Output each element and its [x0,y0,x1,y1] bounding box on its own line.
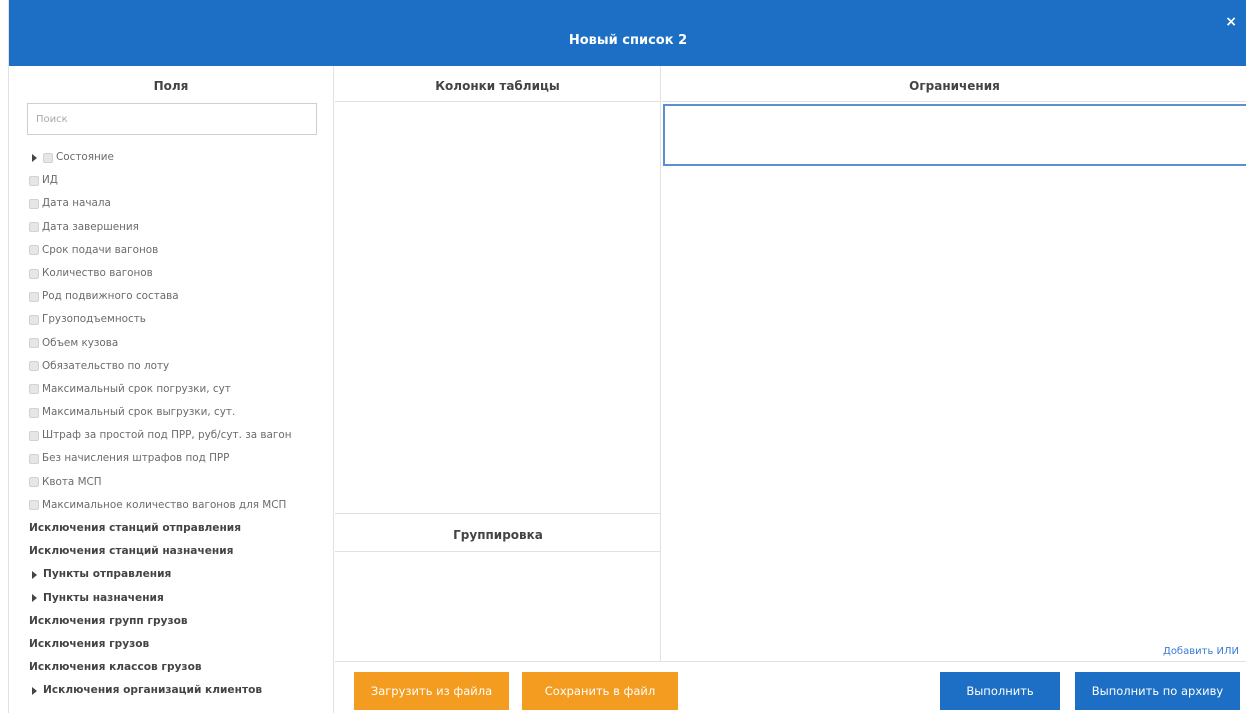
field-checkbox[interactable] [29,430,39,441]
field-label: Срок подачи вагонов [42,243,159,256]
field-checkbox[interactable] [29,268,39,279]
run-by-archive-button[interactable]: Выполнить по архиву [1075,672,1240,710]
field-label: Максимальное количество вагонов для МСП [42,498,287,511]
field-checkbox[interactable] [29,222,39,233]
grouping-header: Группировка [335,514,661,552]
field-list-item[interactable]: Максимальный срок погрузки, сут [29,378,329,401]
field-checkbox[interactable] [29,198,39,209]
limits-header: Ограничения [662,66,1246,102]
expand-arrow-icon[interactable] [32,153,37,162]
field-label: Исключения станций назначения [29,545,234,558]
field-checkbox[interactable] [29,175,39,186]
expand-arrow-icon[interactable] [32,570,37,579]
field-label: Исключения групп грузов [29,614,188,627]
field-label: Исключения классов грузов [29,661,202,674]
field-label: Грузоподъемность [42,313,146,326]
expand-arrow-icon[interactable] [32,594,37,603]
field-checkbox[interactable] [29,407,39,418]
field-list-item[interactable]: Максимальное количество вагонов для МСП [29,494,329,517]
field-list-item[interactable]: Дата завершения [29,216,329,239]
field-checkbox[interactable] [29,361,39,372]
field-list-item[interactable]: Количество вагонов [29,262,329,285]
field-list-item[interactable]: Максимальный срок выгрузки, сут. [29,401,329,424]
field-list-item[interactable]: Штраф за простой под ПРР, руб/сут. за ва… [29,424,329,447]
field-list-item[interactable]: Исключения станций отправления [29,517,329,540]
field-list-item[interactable]: Пункты отправления [29,563,329,586]
field-list-item[interactable]: Без начисления штрафов под ПРР [29,447,329,470]
add-or-link[interactable]: Добавить ИЛИ [1163,646,1239,657]
field-label: Количество вагонов [42,266,153,279]
search-input[interactable] [27,103,317,135]
fields-panel: Поля Состояние ИД Дата начала Дата завершен… [9,66,334,713]
field-list-item[interactable]: Род подвижного состава [29,285,329,308]
field-list-item[interactable]: Квота МСП [29,471,329,494]
field-label: Штраф за простой под ПРР, руб/сут. за ва… [42,429,292,442]
field-checkbox[interactable] [29,454,39,465]
field-list-item[interactable]: Исключения групп грузов [29,610,329,633]
field-checkbox[interactable] [29,338,39,349]
field-label: Дата начала [42,197,111,210]
load-from-file-button[interactable]: Загрузить из файла [354,672,509,710]
field-list: Состояние ИД Дата начала Дата завершения Сро… [29,146,329,703]
field-label: Исключения грузов [29,637,150,650]
expand-arrow-icon[interactable] [32,686,37,695]
field-checkbox[interactable] [29,500,39,511]
field-label: Квота МСП [42,475,102,488]
dialog-header: Новый список 2 × [9,0,1246,66]
limits-panel: Ограничения Добавить ИЛИ [662,66,1246,661]
field-list-item[interactable]: Обязательство по лоту [29,355,329,378]
grouping-panel[interactable]: Группировка [335,513,661,661]
dialog-footer: Загрузить из файла Сохранить в файл Выпо… [335,661,1246,713]
field-label: ИД [42,174,58,187]
field-label: Пункты назначения [43,591,164,604]
field-checkbox[interactable] [29,477,39,488]
field-list-item[interactable]: ИД [29,169,329,192]
field-list-item[interactable]: Объем кузова [29,332,329,355]
field-label: Исключения станций отправления [29,522,242,534]
field-checkbox[interactable] [29,314,39,325]
fields-panel-header: Поля [153,79,189,93]
field-checkbox[interactable] [43,152,53,163]
field-label: Состояние [56,151,114,163]
field-checkbox[interactable] [29,384,39,395]
field-list-item[interactable]: Исключения классов грузов [29,656,329,679]
field-list-item[interactable]: Грузоподъемность [29,308,329,331]
field-label: Без начисления штрафов под ПРР [42,452,230,465]
field-label: Максимальный срок погрузки, сут [42,382,231,395]
field-label: Дата завершения [42,220,139,233]
field-label: Род подвижного состава [42,290,179,303]
field-list-item[interactable]: Исключения грузов [29,633,329,656]
field-label: Исключения организаций клиентов [43,684,263,697]
field-checkbox[interactable] [29,245,39,256]
field-label: Объем кузова [42,336,119,349]
field-list-item[interactable]: Дата начала [29,192,329,215]
field-label: Обязательство по лоту [42,359,170,372]
field-label: Пункты отправления [43,568,172,581]
save-to-file-button[interactable]: Сохранить в файл [522,672,678,710]
field-list-item[interactable]: Исключения организаций клиентов [29,679,329,702]
field-list-item[interactable]: Пункты назначения [29,587,329,610]
dialog-title: Новый список 2 [568,33,688,48]
close-icon[interactable]: × [1225,15,1237,29]
run-button[interactable]: Выполнить [940,672,1060,710]
field-list-item[interactable]: Срок подачи вагонов [29,239,329,262]
limit-condition-box[interactable] [663,104,1246,166]
field-label: Максимальный срок выгрузки, сут. [42,406,236,419]
new-list-dialog: Новый список 2 × Поля Состояние ИД Дата на… [8,0,1246,713]
table-columns-header: Колонки таблицы [335,66,660,102]
field-checkbox[interactable] [29,291,39,302]
field-list-item[interactable]: Состояние [29,146,329,169]
field-list-item[interactable]: Исключения станций назначения [29,540,329,563]
